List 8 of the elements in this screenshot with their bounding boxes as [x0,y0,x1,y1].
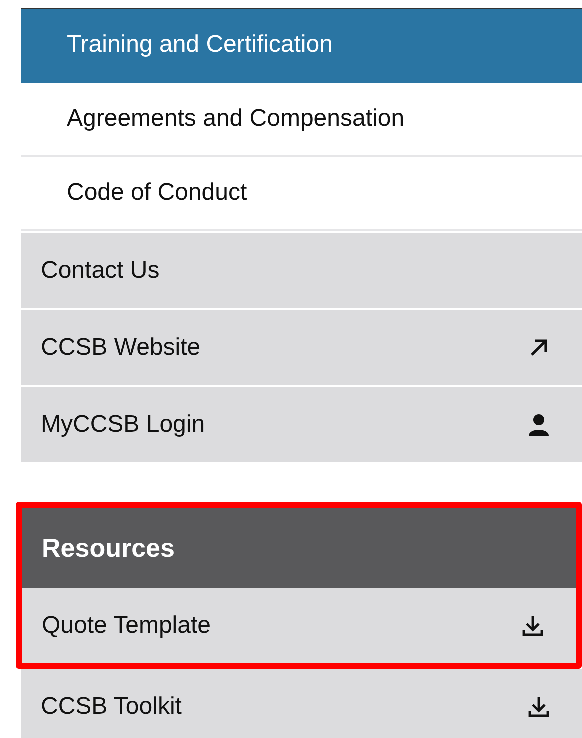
menu-item[interactable]: CCSB Toolkit [21,669,582,738]
menu-item[interactable]: CCSB Website [21,310,582,385]
section-header: Resources [22,508,576,588]
menu-item[interactable]: MyCCSB Login [21,387,582,462]
submenu-item[interactable]: Training and Certification [21,9,582,83]
user-icon [526,412,552,438]
menu-item[interactable]: Contact Us [21,233,582,308]
menu-item[interactable]: Quote Template [22,588,576,663]
